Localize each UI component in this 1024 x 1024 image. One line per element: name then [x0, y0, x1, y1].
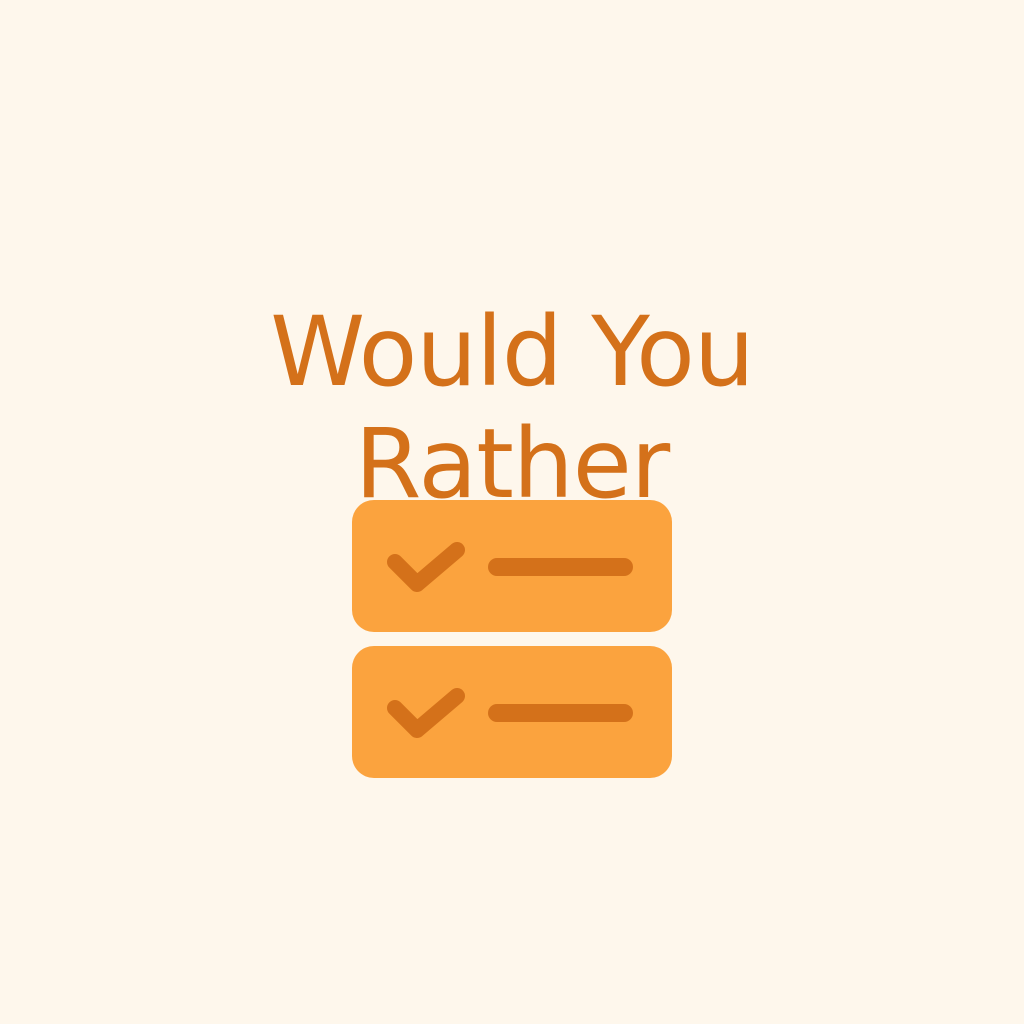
option-line [488, 558, 633, 576]
app-title: Would You Rather [0, 296, 1024, 520]
app-title-line-1: Would You [270, 296, 754, 409]
option-card [352, 500, 672, 632]
checkmark-icon [387, 688, 465, 738]
option-card [352, 646, 672, 778]
splash-screen: Would You Rather [0, 0, 1024, 1024]
app-logo [352, 500, 672, 780]
option-line [488, 704, 633, 722]
checkmark-icon [387, 542, 465, 592]
